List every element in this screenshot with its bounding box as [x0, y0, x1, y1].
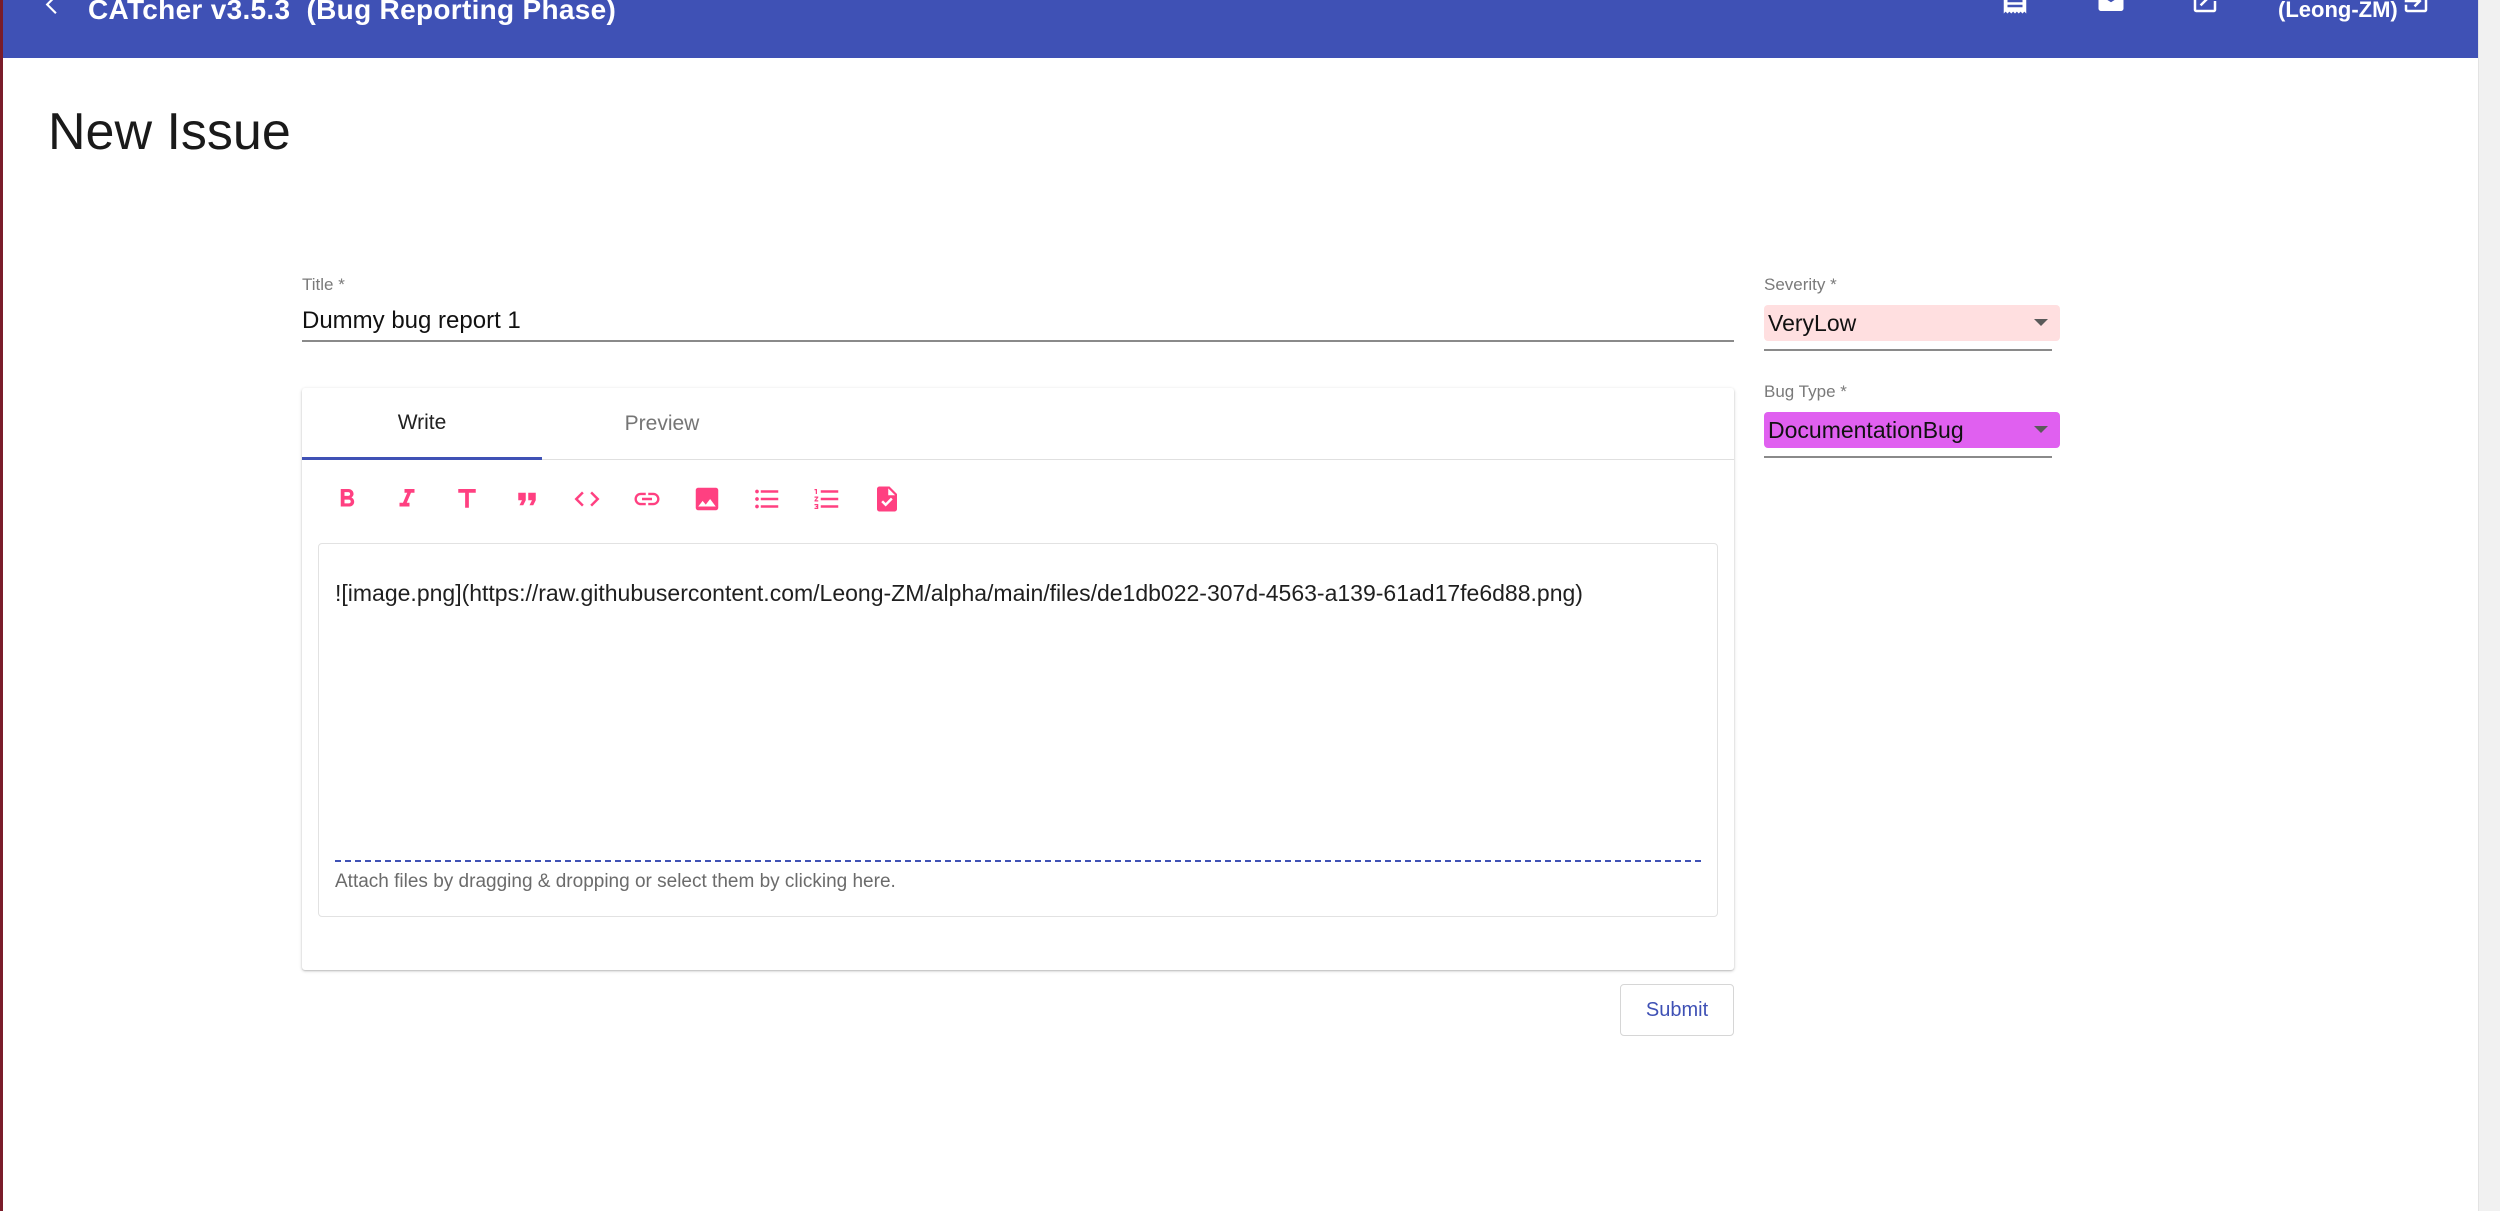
attach-files-link[interactable]: Attach files by dragging & dropping or s…: [335, 871, 896, 893]
view-submitted-button[interactable]: [1995, 0, 2035, 26]
title-label: Title *: [302, 275, 345, 294]
chevron-down-icon: [2034, 319, 2048, 326]
bug-type-value: DocumentationBug: [1768, 416, 1964, 443]
scrollbar-track[interactable]: [2478, 0, 2500, 1211]
description-textarea[interactable]: ![image.png](https://raw.githubuserconte…: [318, 543, 1718, 917]
chevron-down-icon: [2034, 426, 2048, 433]
receipt-icon: [2000, 0, 2030, 31]
severity-underline: [1764, 349, 2052, 351]
app-toolbar: CATcher v3.5.3 (Bug Reporting Phase) (Le…: [3, 0, 2478, 58]
bug-type-label: Bug Type *: [1764, 382, 1847, 401]
italic-icon: [392, 484, 422, 519]
back-arrow-icon: [40, 0, 66, 29]
italic-button[interactable]: [382, 476, 432, 526]
quote-icon: [512, 484, 542, 519]
mail-button[interactable]: [2091, 0, 2131, 26]
severity-value: VeryLow: [1768, 309, 1857, 336]
description-editor: Write Preview ![image.png](https://raw.g…: [302, 388, 1734, 970]
bug-type-select[interactable]: DocumentationBug: [1764, 412, 2060, 448]
severity-select[interactable]: VeryLow: [1764, 305, 2060, 341]
open-in-new-icon: [2190, 0, 2220, 31]
open-external-button[interactable]: [2185, 0, 2225, 26]
tab-preview[interactable]: Preview: [542, 388, 782, 460]
user-label: (Leong-ZM): [2278, 0, 2398, 22]
bold-icon: [332, 484, 362, 519]
bold-button[interactable]: [322, 476, 372, 526]
submit-button[interactable]: Submit: [1620, 984, 1734, 1036]
quote-button[interactable]: [502, 476, 552, 526]
task-list-button[interactable]: [862, 476, 912, 526]
logout-icon: [2401, 0, 2431, 31]
image-icon: [692, 484, 722, 519]
numbered-list-button[interactable]: [802, 476, 852, 526]
logout-button[interactable]: [2396, 0, 2436, 26]
bulleted-list-icon: [752, 484, 782, 519]
title-input[interactable]: [302, 302, 1734, 342]
heading-button[interactable]: [442, 476, 492, 526]
task-list-icon: [872, 484, 902, 519]
image-button[interactable]: [682, 476, 732, 526]
window-left-border: [0, 0, 3, 1211]
numbered-list-icon: [812, 484, 842, 519]
back-button[interactable]: [33, 0, 73, 26]
bug-type-underline: [1764, 456, 2052, 458]
attach-dropzone-divider: [335, 860, 1701, 862]
editor-tabs: Write Preview: [302, 388, 1734, 460]
heading-icon: [452, 484, 482, 519]
mail-icon: [2096, 0, 2126, 31]
description-text: ![image.png](https://raw.githubuserconte…: [335, 580, 1583, 606]
markdown-toolbar: [322, 476, 922, 526]
code-icon: [572, 484, 602, 519]
bulleted-list-button[interactable]: [742, 476, 792, 526]
link-button[interactable]: [622, 476, 672, 526]
tab-write[interactable]: Write: [302, 388, 542, 460]
code-button[interactable]: [562, 476, 612, 526]
severity-label: Severity *: [1764, 275, 1837, 294]
app-title: CATcher v3.5.3 (Bug Reporting Phase): [88, 0, 617, 25]
link-icon: [632, 484, 662, 519]
page-title: New Issue: [48, 103, 291, 161]
